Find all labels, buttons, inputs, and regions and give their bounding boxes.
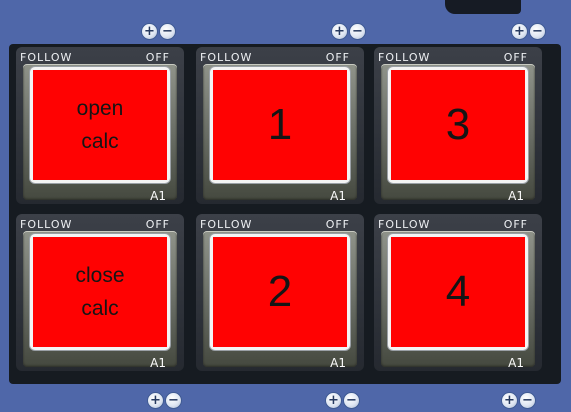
pad-1-button[interactable]: 1 (210, 67, 350, 183)
follow-label: FOLLOW (378, 218, 431, 231)
pad-2[interactable]: FOLLOW OFF 2 A1 (196, 214, 364, 371)
pad-4[interactable]: FOLLOW OFF 4 A1 (374, 214, 542, 371)
follow-status: FOLLOW OFF (374, 52, 542, 64)
pad-tag: A1 (508, 356, 524, 370)
minus-icon[interactable]: − (166, 393, 181, 408)
minus-icon[interactable]: − (520, 393, 535, 408)
plus-icon[interactable]: + (502, 393, 517, 408)
follow-state: OFF (503, 218, 528, 231)
follow-status: FOLLOW OFF (374, 219, 542, 231)
follow-status: FOLLOW OFF (16, 219, 184, 231)
follow-state: OFF (145, 51, 170, 64)
column-3-bottom-controls: + − (502, 393, 535, 409)
plus-icon[interactable]: + (512, 24, 527, 39)
pad-label: 3 (391, 70, 525, 180)
follow-state: OFF (325, 218, 350, 231)
open-calc-button[interactable]: open calc (30, 67, 170, 183)
pad-tag: A1 (330, 189, 346, 203)
pad-label: close calc (33, 237, 167, 347)
column-1-bottom-controls: + − (148, 393, 181, 409)
close-calc-button[interactable]: close calc (30, 234, 170, 350)
top-edge-tab (445, 0, 521, 14)
follow-state: OFF (145, 218, 170, 231)
pad-open-calc[interactable]: FOLLOW OFF open calc A1 (16, 47, 184, 204)
minus-icon[interactable]: − (344, 393, 359, 408)
minus-icon[interactable]: − (530, 24, 545, 39)
follow-label: FOLLOW (20, 218, 73, 231)
follow-status: FOLLOW OFF (16, 52, 184, 64)
pad-3[interactable]: FOLLOW OFF 3 A1 (374, 47, 542, 204)
column-1-top-controls: + − (142, 24, 175, 40)
follow-state: OFF (503, 51, 528, 64)
column-2-bottom-controls: + − (326, 393, 359, 409)
pad-label: 1 (213, 70, 347, 180)
column-3-top-controls: + − (512, 24, 545, 40)
pad-1[interactable]: FOLLOW OFF 1 A1 (196, 47, 364, 204)
pad-tag: A1 (150, 189, 166, 203)
minus-icon[interactable]: − (160, 24, 175, 39)
pad-label: 4 (391, 237, 525, 347)
column-2-top-controls: + − (332, 24, 365, 40)
pad-2-button[interactable]: 2 (210, 234, 350, 350)
pad-tag: A1 (150, 356, 166, 370)
plus-icon[interactable]: + (332, 24, 347, 39)
follow-status: FOLLOW OFF (196, 219, 364, 231)
pad-tag: A1 (508, 189, 524, 203)
follow-label: FOLLOW (200, 218, 253, 231)
minus-icon[interactable]: − (350, 24, 365, 39)
pad-close-calc[interactable]: FOLLOW OFF close calc A1 (16, 214, 184, 371)
pad-label: 2 (213, 237, 347, 347)
follow-state: OFF (325, 51, 350, 64)
pad-4-button[interactable]: 4 (388, 234, 528, 350)
follow-label: FOLLOW (200, 51, 253, 64)
pad-label: open calc (33, 70, 167, 180)
plus-icon[interactable]: + (326, 393, 341, 408)
plus-icon[interactable]: + (142, 24, 157, 39)
follow-label: FOLLOW (378, 51, 431, 64)
pad-3-button[interactable]: 3 (388, 67, 528, 183)
follow-status: FOLLOW OFF (196, 52, 364, 64)
follow-label: FOLLOW (20, 51, 73, 64)
pad-tag: A1 (330, 356, 346, 370)
plus-icon[interactable]: + (148, 393, 163, 408)
